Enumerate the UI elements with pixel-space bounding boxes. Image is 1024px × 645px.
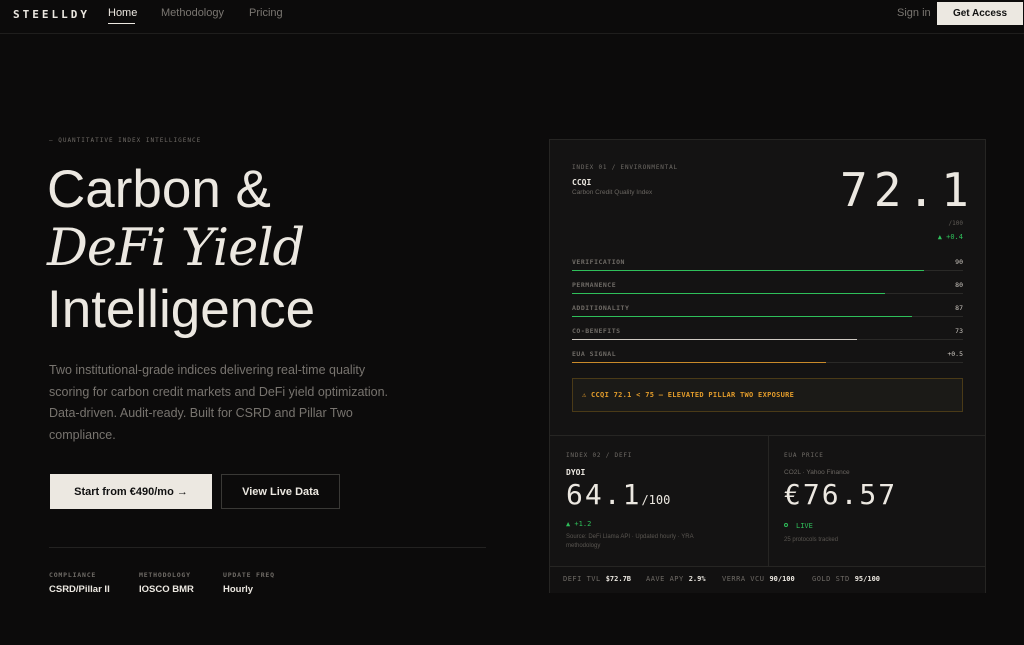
meta-methodology: METHODOLOGY IOSCO BMR xyxy=(139,571,194,595)
pillar-row: CO-BENEFITS 73 xyxy=(572,327,963,343)
index-dashboard-card: INDEX 01 / ENVIRONMENTAL CCQI Carbon Cre… xyxy=(549,139,986,593)
nav-link-home[interactable]: Home xyxy=(108,7,137,19)
pillar-label: CO-BENEFITS xyxy=(572,327,621,335)
pillar-value: 80 xyxy=(955,281,963,289)
index1-score: 72.1 xyxy=(840,163,975,217)
index1-code: CCQI xyxy=(572,178,592,187)
top-nav: STEELLDY Home Methodology Pricing Sign i… xyxy=(0,0,1024,34)
pillar-track xyxy=(572,293,963,294)
index2-score: 64.1/100 xyxy=(566,478,670,511)
pillar-row: ADDITIONALITY 87 xyxy=(572,304,963,320)
index1-delta: ▲ +0.4 xyxy=(937,233,963,241)
pillar-fill xyxy=(572,270,924,271)
pillar-row: EUA SIGNAL +0.5 xyxy=(572,350,963,366)
pillar-fill xyxy=(572,293,885,294)
view-live-data-button[interactable]: View Live Data xyxy=(221,474,340,509)
pillar-track xyxy=(572,339,963,340)
ticker-value: 90/100 xyxy=(769,575,795,583)
meta-label: COMPLIANCE xyxy=(49,571,97,579)
live-status: LIVE xyxy=(784,522,813,530)
meta-update-freq: UPDATE FREQ Hourly xyxy=(223,571,275,595)
pillar-value: 73 xyxy=(955,327,963,335)
hero-title-line-1: Carbon & xyxy=(47,160,271,219)
pillar-track xyxy=(572,270,963,271)
pillar-fill xyxy=(572,362,827,363)
index2-scale: /100 xyxy=(641,493,671,507)
ticker-value: $72.7B xyxy=(605,575,632,583)
index1-scale: /100 xyxy=(948,220,963,227)
sign-in-link[interactable]: Sign in xyxy=(897,7,931,19)
pillar-fill xyxy=(572,339,858,340)
eua-label: EUA PRICE xyxy=(784,452,824,459)
ticker-label: AAVE APY xyxy=(646,575,684,583)
ticker-item: VERRA VCU 90/100 xyxy=(722,575,795,583)
ticker-item: GOLD STD 95/100 xyxy=(812,575,880,583)
get-access-button[interactable]: Get Access xyxy=(937,2,1023,25)
index1-name: Carbon Credit Quality Index xyxy=(572,189,653,196)
ticker-label: GOLD STD xyxy=(812,575,850,583)
pillar-value: 90 xyxy=(955,258,963,266)
metrics-ticker: DEFI TVL $72.7B AAVE APY 2.9% VERRA VCU 90/… xyxy=(550,566,985,593)
live-indicator-icon xyxy=(784,523,788,527)
exposure-alert: ⚠ CCQI 72.1 < 75 — ELEVATED PILLAR TWO E… xyxy=(572,378,963,412)
pillar-value: 87 xyxy=(955,304,963,312)
meta-value: Hourly xyxy=(223,584,254,595)
meta-label: UPDATE FREQ xyxy=(223,571,275,579)
pillar-row: VERIFICATION 90 xyxy=(572,258,963,274)
index2-code: DYOI xyxy=(566,468,586,477)
hero-description: Two institutional-grade indices deliveri… xyxy=(49,363,389,442)
meta-label: METHODOLOGY xyxy=(139,571,191,579)
hero-divider xyxy=(49,547,486,548)
pillar-track xyxy=(572,316,963,317)
card-divider-vertical xyxy=(768,436,769,566)
index2-delta: ▲ +1.2 xyxy=(566,520,592,528)
hero-title-line-3: Intelligence xyxy=(47,280,316,339)
pillar-fill xyxy=(572,316,913,317)
pillar-track xyxy=(572,362,963,363)
ticker-value: 2.9% xyxy=(688,575,706,583)
start-subscription-button[interactable]: Start from €490/mo → xyxy=(50,474,212,509)
live-status-label: LIVE xyxy=(796,522,813,530)
pillar-value: +0.5 xyxy=(947,350,963,358)
ticker-label: VERRA VCU xyxy=(722,575,765,583)
pillar-label: ADDITIONALITY xyxy=(572,304,630,312)
index2-score-value: 64.1 xyxy=(566,478,642,511)
index1-label: INDEX 01 / ENVIRONMENTAL xyxy=(572,164,678,171)
meta-compliance: COMPLIANCE CSRD/Pillar II xyxy=(49,571,110,595)
pillar-label: PERMANENCE xyxy=(572,281,617,289)
logo[interactable]: STEELLDY xyxy=(13,8,90,21)
nav-link-methodology[interactable]: Methodology xyxy=(161,7,224,19)
pillar-label: VERIFICATION xyxy=(572,258,625,266)
index2-label: INDEX 02 / DEFI xyxy=(566,452,633,459)
hero-eyebrow: — QUANTITATIVE INDEX INTELLIGENCE xyxy=(49,137,202,144)
meta-value: IOSCO BMR xyxy=(139,584,194,595)
protocols-tracked: 25 protocols tracked xyxy=(784,537,839,543)
ticker-value: 95/100 xyxy=(854,575,881,583)
eua-price: €76.57 xyxy=(784,478,898,511)
active-nav-indicator xyxy=(108,23,135,24)
ticker-label: DEFI TVL xyxy=(563,575,601,583)
ticker-item: AAVE APY 2.9% xyxy=(646,575,706,583)
index2-source: Source: DeFi Llama API · Updated hourly … xyxy=(566,534,694,549)
hero-title-line-2: DeFi Yield xyxy=(47,219,305,278)
ticker-item: DEFI TVL $72.7B xyxy=(563,575,631,583)
meta-value: CSRD/Pillar II xyxy=(49,584,110,595)
eua-source: CO2L · Yahoo Finance xyxy=(784,469,850,476)
pillar-label: EUA SIGNAL xyxy=(572,350,617,358)
nav-link-pricing[interactable]: Pricing xyxy=(249,7,283,19)
pillar-row: PERMANENCE 80 xyxy=(572,281,963,297)
